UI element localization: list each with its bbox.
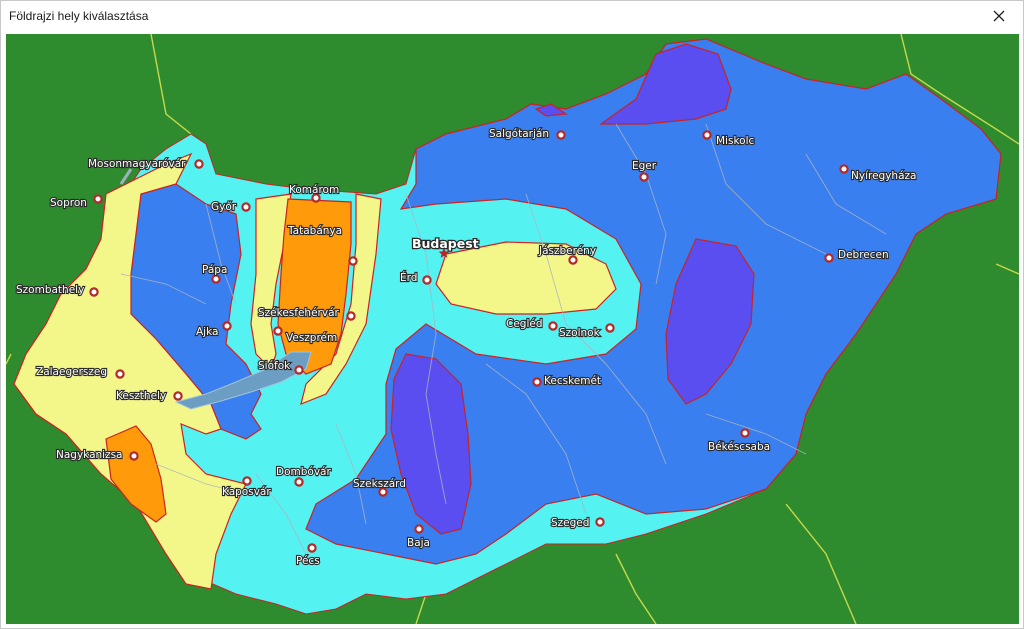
svg-text:Kecskemét: Kecskemét [544,375,601,387]
close-icon [993,10,1005,22]
svg-text:Sopron: Sopron [50,197,87,209]
svg-text:Pápa: Pápa [202,264,227,276]
svg-text:Székesfehérvár: Székesfehérvár [258,307,340,319]
city-sopron[interactable]: Sopron [49,194,103,210]
svg-text:Keszthely: Keszthely [116,390,166,402]
capital-label: Budapest [412,236,479,251]
svg-text:Debrecen: Debrecen [838,249,889,261]
svg-text:Dombóvár: Dombóvár [276,466,331,478]
city-mosonmagyarovar[interactable]: Mosonmagyaróvár [87,157,204,171]
window-title: Földrajzi hely kiválasztása [9,9,149,23]
zone-violet-north [599,43,732,125]
svg-text:Cegléd: Cegléd [506,318,543,330]
svg-text:Kaposvár: Kaposvár [222,486,271,498]
close-button[interactable] [977,1,1023,32]
svg-text:Nagykanizsa: Nagykanizsa [56,449,123,461]
svg-text:Salgótarján: Salgótarján [489,128,549,140]
svg-text:Baja: Baja [407,537,430,549]
svg-text:Győr: Győr [211,201,237,213]
svg-text:Szolnok: Szolnok [559,327,601,339]
dialog-window: Földrajzi hely kiválasztása Mosonmagyaró… [0,0,1024,629]
svg-text:Szekszárd: Szekszárd [353,478,406,490]
svg-text:Zalaegerszeg: Zalaegerszeg [36,366,107,378]
svg-text:Veszprém: Veszprém [286,332,337,344]
svg-text:Békéscsaba: Békéscsaba [708,441,770,453]
svg-text:Nyíregyháza: Nyíregyháza [851,170,916,182]
svg-text:Érd: Érd [400,271,417,284]
svg-text:Miskolc: Miskolc [716,135,754,147]
svg-text:Komárom: Komárom [289,184,339,196]
svg-text:Pécs: Pécs [296,555,320,567]
zone-map[interactable]: Mosonmagyaróvár Sopron Győr Komárom Tata… [6,34,1019,624]
svg-text:Szeged: Szeged [551,517,589,529]
city-kecskemet[interactable]: Kecskemét [532,374,602,388]
svg-text:Siófok: Siófok [258,360,291,372]
svg-text:Jászberény: Jászberény [538,245,596,257]
svg-text:Szombathely: Szombathely [16,284,84,296]
svg-text:Mosonmagyaróvár: Mosonmagyaróvár [88,158,186,170]
svg-text:Tatabánya: Tatabánya [287,225,342,237]
map-view[interactable]: Mosonmagyaróvár Sopron Győr Komárom Tata… [6,34,1019,624]
title-bar: Földrajzi hely kiválasztása [1,1,1023,32]
svg-text:Eger: Eger [632,160,657,172]
svg-text:Ajka: Ajka [196,326,218,338]
